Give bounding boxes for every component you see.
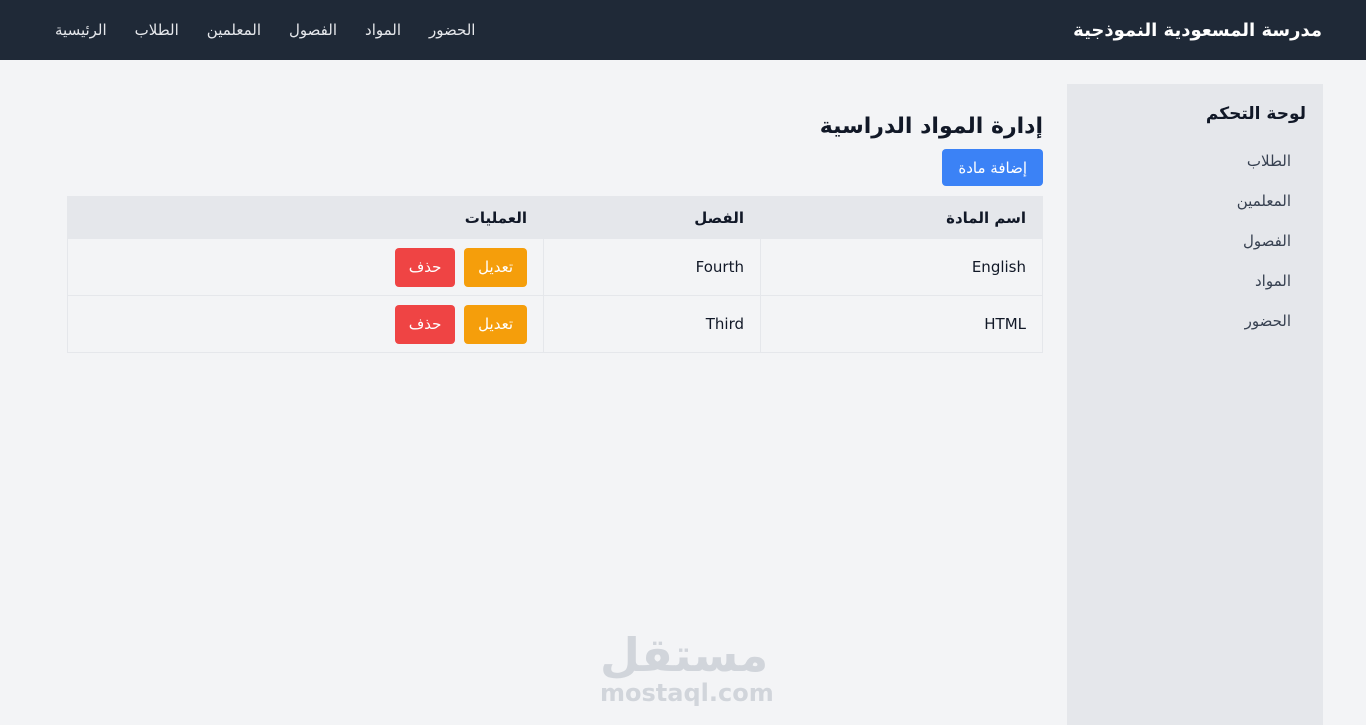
column-header-class: الفصل (543, 196, 761, 239)
sidebar: لوحة التحكم الطلاب المعلمين الفصول الموا… (1067, 84, 1323, 725)
sidebar-list: الطلاب المعلمين الفصول المواد الحضور (1237, 152, 1291, 352)
table-header-row: اسم المادة الفصل العمليات (67, 196, 1043, 239)
table-row: English Fourth تعديل حذف (67, 238, 1043, 296)
sidebar-item-attendance[interactable]: الحضور (1237, 312, 1291, 352)
nav-link-attendance[interactable]: الحضور (429, 21, 475, 39)
nav-link-classes[interactable]: الفصول (289, 21, 337, 39)
watermark-arabic-text: مستقل (600, 628, 769, 682)
main-content: إدارة المواد الدراسية إضافة مادة اسم الم… (67, 108, 1043, 353)
nav-links: الرئيسية الطلاب المعلمين الفصول المواد ا… (55, 0, 475, 60)
delete-button[interactable]: حذف (394, 247, 456, 287)
actions-cell: تعديل حذف (67, 295, 544, 353)
delete-button[interactable]: حذف (394, 304, 456, 344)
nav-link-home[interactable]: الرئيسية (55, 21, 107, 39)
site-brand[interactable]: مدرسة المسعودية النموذجية (1073, 0, 1322, 60)
subject-name-cell: HTML (760, 295, 1043, 353)
mostaql-watermark: مستقل mostaql.com (600, 628, 774, 707)
nav-link-students[interactable]: الطلاب (135, 21, 179, 39)
sidebar-item-teachers[interactable]: المعلمين (1237, 192, 1291, 232)
edit-button[interactable]: تعديل (464, 247, 527, 287)
sidebar-item-classes[interactable]: الفصول (1237, 232, 1291, 272)
subject-name-cell: English (760, 238, 1043, 296)
sidebar-item-students[interactable]: الطلاب (1237, 152, 1291, 192)
top-navbar: مدرسة المسعودية النموذجية الرئيسية الطلا… (0, 0, 1366, 60)
actions-cell: تعديل حذف (67, 238, 544, 296)
add-subject-button[interactable]: إضافة مادة (942, 149, 1043, 186)
sidebar-item-subjects[interactable]: المواد (1237, 272, 1291, 312)
watermark-latin-text: mostaql.com (600, 679, 774, 707)
nav-link-subjects[interactable]: المواد (365, 21, 401, 39)
page-title: إدارة المواد الدراسية (819, 114, 1043, 139)
column-header-actions: العمليات (67, 196, 544, 239)
subject-class-cell: Third (543, 295, 761, 353)
subject-class-cell: Fourth (543, 238, 761, 296)
subjects-table: اسم المادة الفصل العمليات English Fourth… (67, 196, 1043, 353)
nav-link-teachers[interactable]: المعلمين (207, 21, 261, 39)
column-header-name: اسم المادة (760, 196, 1043, 239)
table-row: HTML Third تعديل حذف (67, 295, 1043, 353)
sidebar-title: لوحة التحكم (1205, 104, 1306, 124)
edit-button[interactable]: تعديل (464, 304, 527, 344)
